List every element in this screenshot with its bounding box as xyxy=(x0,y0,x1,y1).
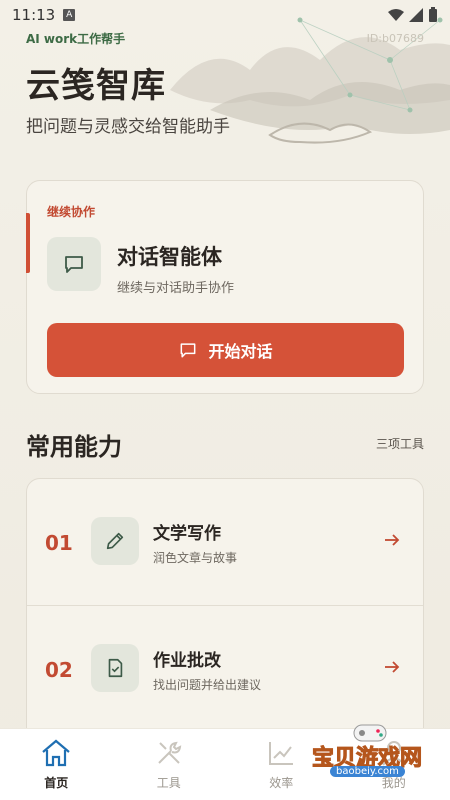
arrow-right-icon xyxy=(385,534,400,546)
agent-description: 继续与对话助手协作 xyxy=(117,281,235,296)
nav-item-tools[interactable]: 工具 xyxy=(113,729,226,800)
app-id: ID:b07689 xyxy=(366,32,424,45)
start-chat-label: 开始对话 xyxy=(208,342,273,361)
app-subtitle: AI work工作帮手 xyxy=(26,32,126,46)
start-chat-button[interactable]: 开始对话 xyxy=(47,323,404,377)
accent-bar xyxy=(26,213,30,273)
tools-icon xyxy=(158,741,182,764)
wifi-icon xyxy=(388,9,404,21)
status-time: 11:13 xyxy=(12,6,56,24)
nav-label: 首页 xyxy=(44,776,69,790)
arrow-right-icon xyxy=(385,661,400,673)
continue-card: 继续协作 对话智能体 继续与对话助手协作 开始对话 xyxy=(26,180,424,394)
section-count: 三项工具 xyxy=(375,437,424,451)
status-icons xyxy=(388,7,438,23)
tool-title: 文学写作 xyxy=(153,524,221,544)
tool-item-homework-grading[interactable]: 02 作业批改 找出问题并给出建议 xyxy=(27,605,423,731)
agent-title: 对话智能体 xyxy=(117,245,222,269)
signal-icon xyxy=(409,8,423,22)
app-screen: 11:13 A AI work工作帮手 ID:b07689 云笺智库 把问题与灵… xyxy=(0,0,450,800)
page-subtitle: 把问题与灵感交给智能助手 xyxy=(26,117,230,137)
watermark-logo: 宝贝游戏网 baobeiy.com xyxy=(300,722,440,778)
tool-item-literary-writing[interactable]: 01 文学写作 润色文章与故事 xyxy=(27,479,423,605)
chat-bubble-icon xyxy=(47,237,101,291)
nav-label: 工具 xyxy=(156,776,181,790)
checklist-icon xyxy=(91,644,139,692)
tool-description: 润色文章与故事 xyxy=(153,551,238,565)
tool-number: 01 xyxy=(45,531,73,555)
nav-label: 效率 xyxy=(269,776,294,790)
notification-icon: A xyxy=(63,9,76,21)
nav-item-home[interactable]: 首页 xyxy=(0,729,113,800)
home-icon xyxy=(42,739,70,767)
chart-icon xyxy=(269,742,294,765)
watermark-url: baobeiy.com xyxy=(330,766,405,777)
section-title: 常用能力 xyxy=(26,433,122,461)
page-title: 云笺智库 xyxy=(26,66,166,106)
battery-icon xyxy=(429,7,437,22)
continue-label: 继续协作 xyxy=(47,205,96,219)
pencil-icon xyxy=(91,517,139,565)
chat-icon xyxy=(181,343,196,358)
tool-description: 找出问题并给出建议 xyxy=(153,678,262,692)
tool-title: 作业批改 xyxy=(153,651,221,671)
tool-number: 02 xyxy=(45,658,73,682)
status-bar: 11:13 A xyxy=(0,0,450,30)
